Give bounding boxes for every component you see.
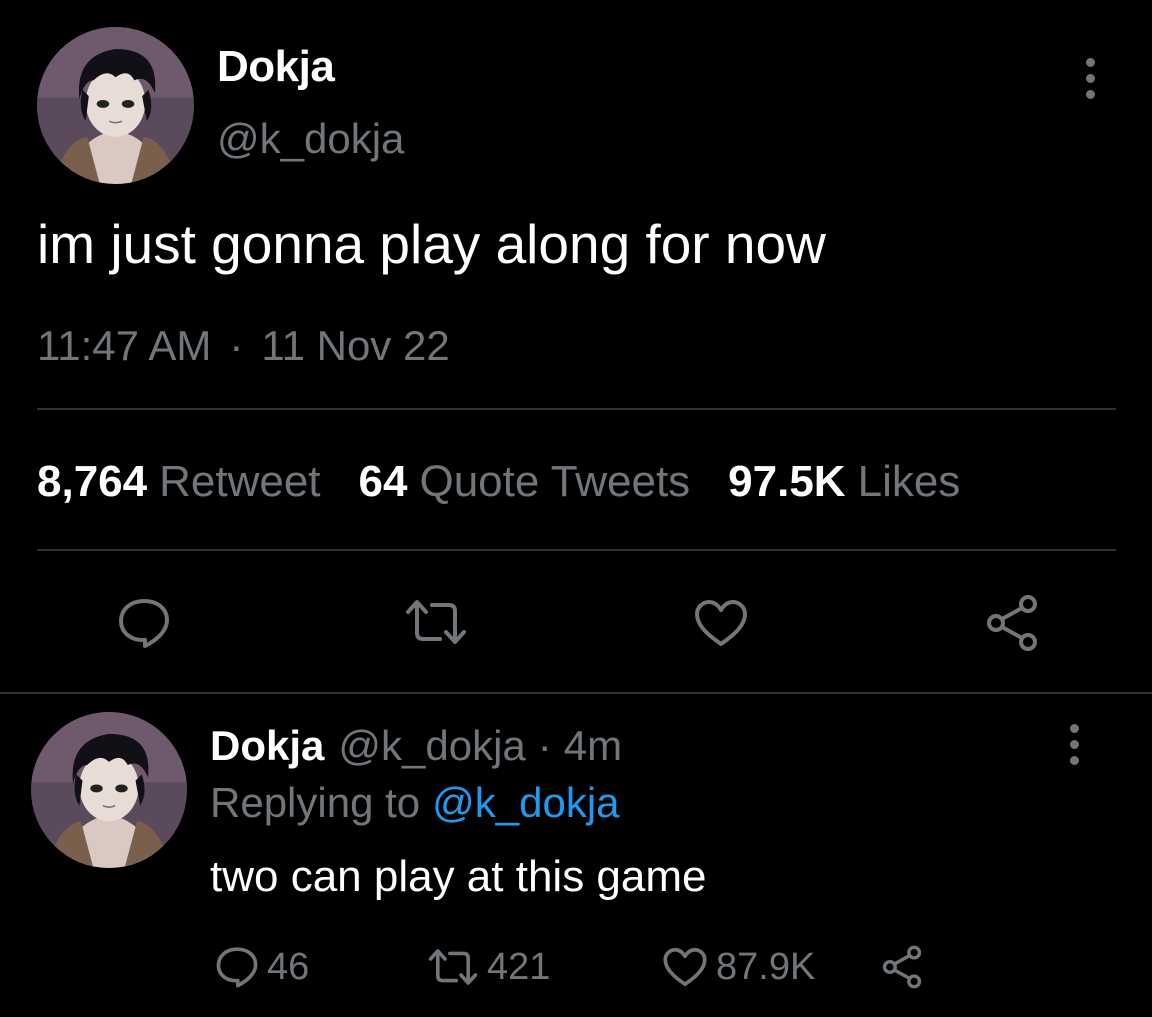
reply-more-options-button[interactable] [1059,724,1089,765]
share-button[interactable] [984,594,1040,652]
quote-tweets-count: 64 [358,457,408,506]
more-dot-icon [1069,740,1079,749]
likes-label: Likes [857,457,961,506]
divider [37,408,1116,410]
reply-count: 46 [267,945,310,988]
author-handle[interactable]: @k_dokja [217,115,404,163]
tweet-date: 11 Nov 22 [261,322,450,369]
retweet-count: 421 [487,945,551,988]
reply-reply-button[interactable]: 46 [215,945,309,989]
main-tweet: Dokja @k_dokja im just gonna play along … [0,0,1152,692]
engagement-stats: 8,764 Retweet 64 Quote Tweets 97.5K Likes [37,457,998,507]
divider [37,549,1116,551]
reply-button[interactable] [117,597,171,649]
quote-tweets-label: Quote Tweets [419,457,691,506]
more-dot-icon [1085,58,1095,67]
more-dot-icon [1069,724,1079,733]
reply-share-button[interactable] [880,945,924,989]
retweet-count: 8,764 [37,457,148,506]
retweet-stat[interactable]: 8,764 Retweet [37,457,321,507]
like-icon [663,947,707,987]
reply-author-name[interactable]: Dokja [210,722,324,769]
reply-text: two can play at this game [210,852,707,901]
replying-to: Replying to @k_dokja [210,779,620,827]
meta-separator: · [229,322,244,369]
avatar[interactable] [37,27,194,184]
tweet-timestamp[interactable]: 11:47 AM · 11 Nov 22 [37,322,450,370]
reply-icon [216,947,258,988]
tweet-text: im just gonna play along for now [37,213,826,275]
retweet-icon [428,949,478,985]
quote-tweets-stat[interactable]: 64 Quote Tweets [359,457,691,507]
reply-header: Dokja @k_dokja · 4m [210,722,622,770]
share-icon [882,945,922,989]
reply-time[interactable]: 4m [564,722,622,769]
reply-like-button[interactable]: 87.9K [662,945,815,989]
reply-icon [119,599,169,648]
retweet-icon [406,600,466,644]
reply-author-handle[interactable]: @k_dokja [338,722,525,769]
retweet-button[interactable] [404,597,468,647]
replying-prefix: Replying to [210,779,421,826]
more-dot-icon [1069,756,1079,765]
author-name[interactable]: Dokja [217,42,335,92]
avatar-image [31,712,187,868]
more-dot-icon [1085,90,1095,99]
more-options-button[interactable] [1075,58,1105,99]
more-dot-icon [1085,74,1095,83]
likes-stat[interactable]: 97.5K Likes [728,457,960,507]
like-icon [695,600,747,646]
retweet-label: Retweet [159,457,321,506]
replying-mention-link[interactable]: @k_dokja [432,779,619,826]
like-count: 87.9K [716,945,816,988]
reply-separator: · [537,722,552,769]
avatar-image [37,27,194,184]
share-icon [987,595,1037,651]
reply-avatar[interactable] [31,712,187,868]
tweet-separator [0,692,1152,694]
like-button[interactable] [693,598,749,648]
reply-retweet-button[interactable]: 421 [427,945,550,989]
tweet-time: 11:47 AM [37,322,212,369]
likes-count: 97.5K [728,457,846,506]
